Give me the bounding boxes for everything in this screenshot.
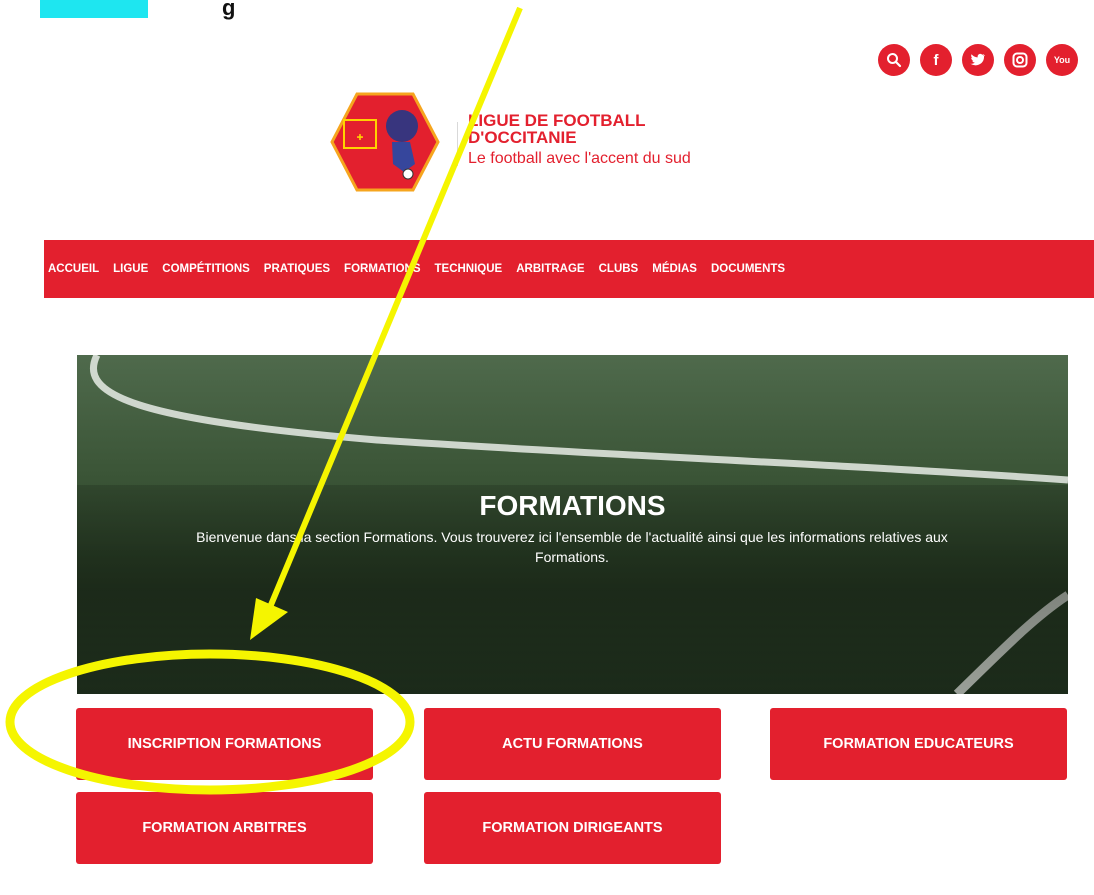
highlight-tag [40,0,148,18]
nav-item-technique[interactable]: TECHNIQUE [435,263,503,275]
social-icons: f You [878,44,1078,76]
brand-title-line2: D'OCCITANIE [468,128,577,147]
formation-arbitres-button[interactable]: FORMATION ARBITRES [76,792,373,864]
svg-text:✚: ✚ [357,133,364,142]
facebook-icon[interactable]: f [920,44,952,76]
search-icon[interactable] [878,44,910,76]
inscription-formations-button[interactable]: INSCRIPTION FORMATIONS [76,708,373,780]
top-strip: g [0,0,1094,20]
nav-item-competitions[interactable]: COMPÉTITIONS [162,263,250,275]
nav-item-formations[interactable]: FORMATIONS [344,263,420,275]
nav-item-arbitrage[interactable]: ARBITRAGE [516,263,584,275]
brand-tagline: Le football avec l'accent du sud [468,150,691,167]
brand-title-line1: LIGUE DE FOOTBALL [468,111,646,130]
nav-item-pratiques[interactable]: PRATIQUES [264,263,330,275]
hero-description: Bienvenue dans la section Formations. Vo… [196,529,948,565]
hero-title: FORMATIONS [479,490,666,521]
youtube-glyph: You [1053,55,1071,65]
formation-dirigeants-button[interactable]: FORMATION DIRIGEANTS [424,792,721,864]
brand-block: LIGUE DE FOOTBALL D'OCCITANIE Le footbal… [468,112,691,168]
ligue-logo[interactable]: ✚ [330,92,440,192]
nav-item-clubs[interactable]: CLUBS [599,263,639,275]
top-caption: g [222,0,236,20]
actu-formations-button[interactable]: ACTU FORMATIONS [424,708,721,780]
hero-banner: FORMATIONS Bienvenue dans la section For… [77,355,1068,694]
nav-item-accueil[interactable]: ACCUEIL [48,263,99,275]
instagram-icon[interactable] [1004,44,1036,76]
facebook-glyph: f [933,51,939,69]
brand-divider [457,122,458,166]
twitter-icon[interactable] [962,44,994,76]
youtube-icon[interactable]: You [1046,44,1078,76]
nav-item-ligue[interactable]: LIGUE [113,263,148,275]
nav-item-medias[interactable]: MÉDIAS [652,263,697,275]
main-nav: ACCUEIL LIGUE COMPÉTITIONS PRATIQUES FOR… [44,240,1094,298]
formation-educateurs-button[interactable]: FORMATION EDUCATEURS [770,708,1067,780]
nav-item-documents[interactable]: DOCUMENTS [711,263,785,275]
